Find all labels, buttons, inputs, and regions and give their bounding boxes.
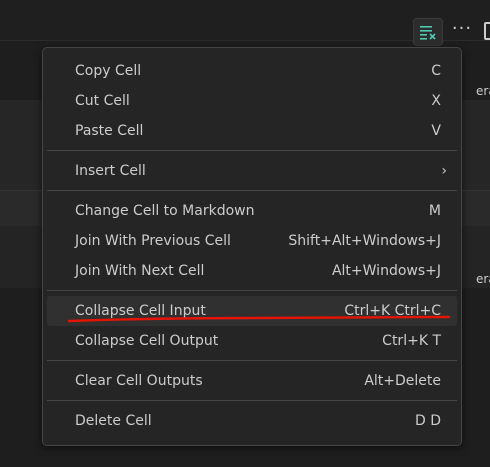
menu-item-label: Change Cell to Markdown: [75, 203, 255, 219]
menu-item-clear-cell-outputs[interactable]: Clear Cell Outputs Alt+Delete: [47, 366, 457, 396]
menu-item-paste-cell[interactable]: Paste Cell V: [47, 116, 457, 146]
menu-item-copy-cell[interactable]: Copy Cell C: [47, 56, 457, 86]
cell-output-peek-text: era: [476, 84, 490, 98]
clear-all-icon: [420, 26, 436, 40]
menu-separator: [47, 400, 457, 401]
menu-item-shortcut: Ctrl+K T: [382, 333, 441, 349]
menu-item-label: Cut Cell: [75, 93, 130, 109]
menu-item-label: Collapse Cell Output: [75, 333, 219, 349]
red-underline-annotation: [67, 315, 451, 323]
menu-item-shortcut: M: [428, 203, 441, 219]
menu-item-join-with-previous-cell[interactable]: Join With Previous Cell Shift+Alt+Windows…: [47, 226, 457, 256]
menu-item-label: Join With Previous Cell: [75, 233, 231, 249]
menu-item-shortcut: Alt+Windows+J: [331, 263, 441, 279]
menu-item-label: Insert Cell: [75, 163, 146, 179]
menu-item-cut-cell[interactable]: Cut Cell X: [47, 86, 457, 116]
menu-separator: [47, 150, 457, 151]
menu-item-join-with-next-cell[interactable]: Join With Next Cell Alt+Windows+J: [47, 256, 457, 286]
menu-item-shortcut: D D: [414, 413, 441, 429]
menu-item-shortcut: C: [431, 63, 441, 79]
menu-item-label: Delete Cell: [75, 413, 152, 429]
more-actions-button[interactable]: ···: [447, 18, 477, 46]
menu-item-label: Paste Cell: [75, 123, 144, 139]
menu-item-shortcut: X: [431, 93, 441, 109]
menu-separator: [47, 290, 457, 291]
menu-separator: [47, 190, 457, 191]
cell-context-menu: Copy Cell C Cut Cell X Paste Cell V Insert Cel…: [42, 47, 462, 446]
menu-separator: [47, 360, 457, 361]
menu-item-shortcut: Alt+Delete: [364, 373, 441, 389]
menu-item-label: Clear Cell Outputs: [75, 373, 203, 389]
split-editor-icon[interactable]: [484, 22, 490, 42]
cell-output-peek-text: era: [476, 272, 490, 286]
more-actions-icon: ···: [451, 18, 473, 39]
chevron-right-icon: ›: [441, 163, 447, 179]
menu-item-label: Join With Next Cell: [75, 263, 205, 279]
menu-item-delete-cell[interactable]: Delete Cell D D: [47, 406, 457, 436]
notebook-editor: era era ··· Copy Cell C Cut Cell X Paste Cel…: [0, 0, 490, 467]
menu-item-label: Copy Cell: [75, 63, 142, 79]
menu-item-collapse-cell-output[interactable]: Collapse Cell Output Ctrl+K T: [47, 326, 457, 356]
menu-item-change-cell-to-markdown[interactable]: Change Cell to Markdown M: [47, 196, 457, 226]
menu-item-insert-cell[interactable]: Insert Cell ›: [47, 156, 457, 186]
clear-outputs-button[interactable]: [413, 18, 443, 46]
menu-item-shortcut: Shift+Alt+Windows+J: [288, 233, 441, 249]
menu-item-collapse-cell-input[interactable]: Collapse Cell Input Ctrl+K Ctrl+C: [47, 296, 457, 326]
menu-item-shortcut: V: [431, 123, 441, 139]
